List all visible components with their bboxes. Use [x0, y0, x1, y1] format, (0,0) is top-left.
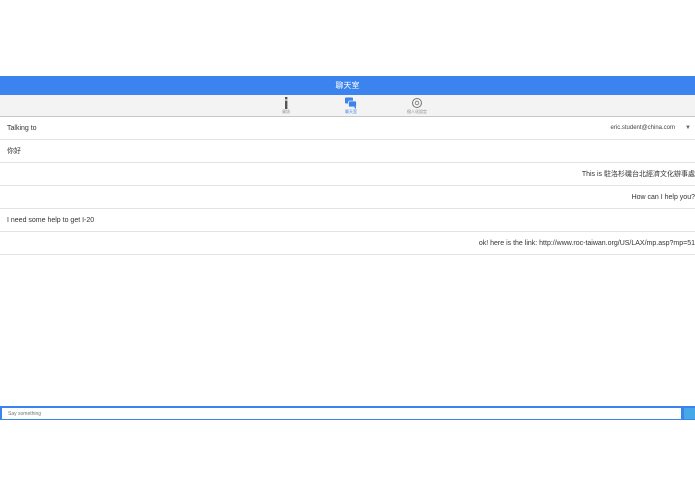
- tab-info-label: 資訊: [282, 109, 290, 114]
- message-row: ok! here is the link: http://www.roc-tai…: [0, 232, 695, 255]
- chat-icon: [345, 97, 357, 109]
- tab-bar: 資訊 聊天室 個人化設定: [0, 95, 695, 117]
- message-text: I need some help to get I-20: [7, 217, 95, 224]
- send-button[interactable]: [684, 408, 695, 419]
- tab-chat[interactable]: 聊天室: [331, 95, 371, 116]
- recipient-select[interactable]: eric.student@china.com: [611, 117, 675, 140]
- message-input[interactable]: [2, 408, 681, 419]
- talking-to-row: Talking to eric.student@china.com ▼: [0, 117, 695, 140]
- info-icon: [285, 97, 288, 109]
- message-row: This is 駐洛杉磯台北經濟文化辦事處: [0, 163, 695, 186]
- message-text: How can I help you?: [631, 194, 695, 201]
- message-composer: [0, 406, 695, 420]
- tab-settings-label: 個人化設定: [407, 109, 427, 114]
- tab-settings[interactable]: 個人化設定: [397, 95, 437, 116]
- page-title: 聊天室: [0, 76, 695, 95]
- message-text: This is 駐洛杉磯台北經濟文化辦事處: [581, 171, 695, 178]
- message-row: How can I help you?: [0, 186, 695, 209]
- talking-to-label: Talking to: [7, 125, 37, 132]
- chevron-down-icon[interactable]: ▼: [685, 117, 691, 140]
- message-text: ok! here is the link: http://www.roc-tai…: [478, 240, 695, 247]
- tab-info[interactable]: 資訊: [266, 95, 306, 116]
- message-text: 你好: [7, 148, 21, 155]
- gear-icon: [412, 98, 422, 108]
- tab-chat-label: 聊天室: [345, 109, 357, 114]
- message-row: 你好: [0, 140, 695, 163]
- message-row: I need some help to get I-20: [0, 209, 695, 232]
